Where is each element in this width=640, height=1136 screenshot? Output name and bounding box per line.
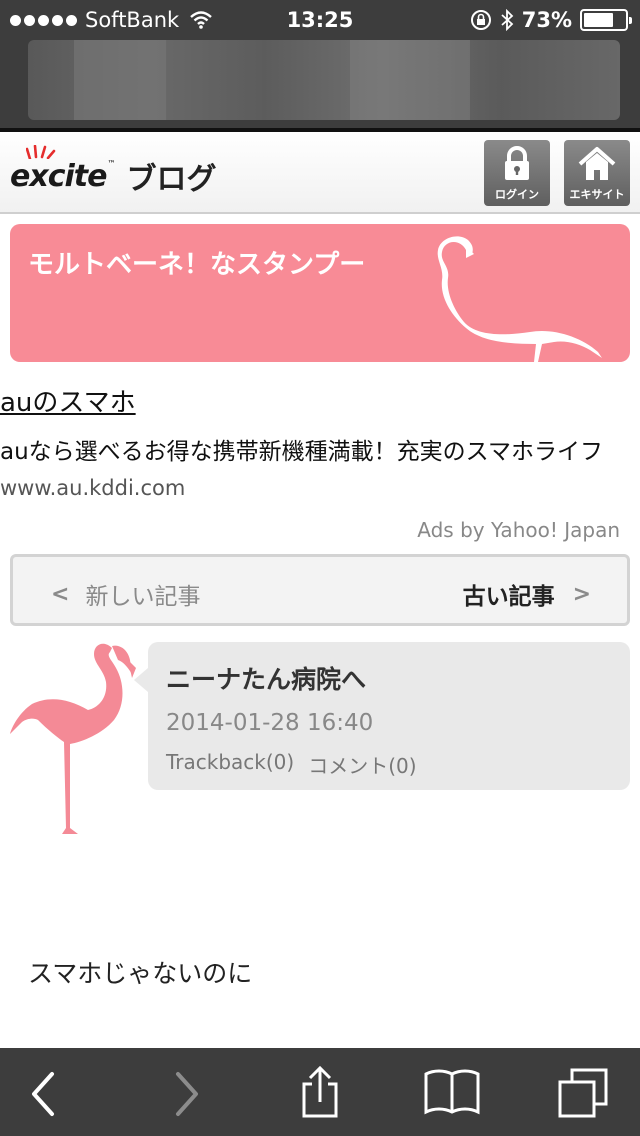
flamingo-icon — [437, 236, 602, 362]
post-meta: Trackback(0) コメント(0) — [166, 750, 417, 779]
browser-toolbar — [0, 1048, 640, 1136]
stamp-banner[interactable]: モルトベーネ！なスタンプー — [10, 224, 630, 362]
ad-description[interactable]: auなら選べるお得な携帯新機種満載！充実のスマホライフ — [0, 432, 603, 466]
tabs-icon[interactable] — [554, 1066, 610, 1122]
excite-blog-logo[interactable]: excite™ ブログ — [10, 144, 217, 198]
post-card: ニーナたん病院へ 2014-01-28 16:40 Trackback(0) コ… — [134, 642, 630, 790]
chevron-right-icon: > — [572, 581, 591, 607]
post-body: スマホじゃないのに — [28, 959, 253, 988]
logo-spark-icon — [26, 144, 56, 159]
banner-text: モルトベーネ！なスタンプー — [28, 250, 366, 280]
excite-home-button[interactable]: エキサイト — [564, 140, 630, 206]
trackback-link[interactable]: Trackback(0) — [166, 750, 294, 779]
login-label: ログイン — [495, 188, 539, 201]
post-date: 2014-01-28 16:40 — [166, 710, 374, 736]
battery-icon — [580, 9, 632, 31]
ad-title-link[interactable]: auのスマホ — [0, 382, 136, 419]
forward-icon[interactable] — [158, 1066, 214, 1122]
address-bar-area — [0, 40, 640, 128]
battery-percent: 73% — [521, 8, 572, 32]
status-bar: SoftBank 13:25 73% — [0, 0, 640, 40]
post-title[interactable]: ニーナたん病院へ — [166, 660, 366, 696]
older-article-label: 古い記事 — [462, 584, 555, 610]
newer-article-label: 新しい記事 — [85, 584, 201, 610]
ad-url[interactable]: www.au.kddi.com — [0, 476, 185, 500]
home-label: エキサイト — [569, 188, 625, 201]
ad-credit[interactable]: Ads by Yahoo! Japan — [417, 518, 620, 542]
lock-icon — [505, 146, 529, 180]
home-icon — [578, 147, 616, 180]
login-button[interactable]: ログイン — [484, 140, 550, 206]
back-icon[interactable] — [22, 1066, 78, 1122]
bookmarks-icon[interactable] — [424, 1066, 480, 1122]
site-header: excite™ ブログ ログイン エキサイト — [0, 132, 640, 214]
article-pager: < 新しい記事 古い記事 > — [10, 554, 630, 626]
blog-label: ブログ — [126, 162, 217, 197]
share-icon[interactable] — [292, 1066, 348, 1122]
rotation-lock-icon — [470, 10, 491, 30]
flamingo-avatar-icon — [10, 643, 136, 834]
comment-link[interactable]: コメント(0) — [308, 750, 416, 779]
excite-logo: excite™ — [10, 144, 115, 194]
bluetooth-icon — [501, 9, 514, 31]
chevron-left-icon: < — [51, 581, 70, 607]
older-article-link[interactable]: 古い記事 > — [463, 577, 591, 611]
newer-article-link[interactable]: < 新しい記事 — [51, 577, 200, 611]
